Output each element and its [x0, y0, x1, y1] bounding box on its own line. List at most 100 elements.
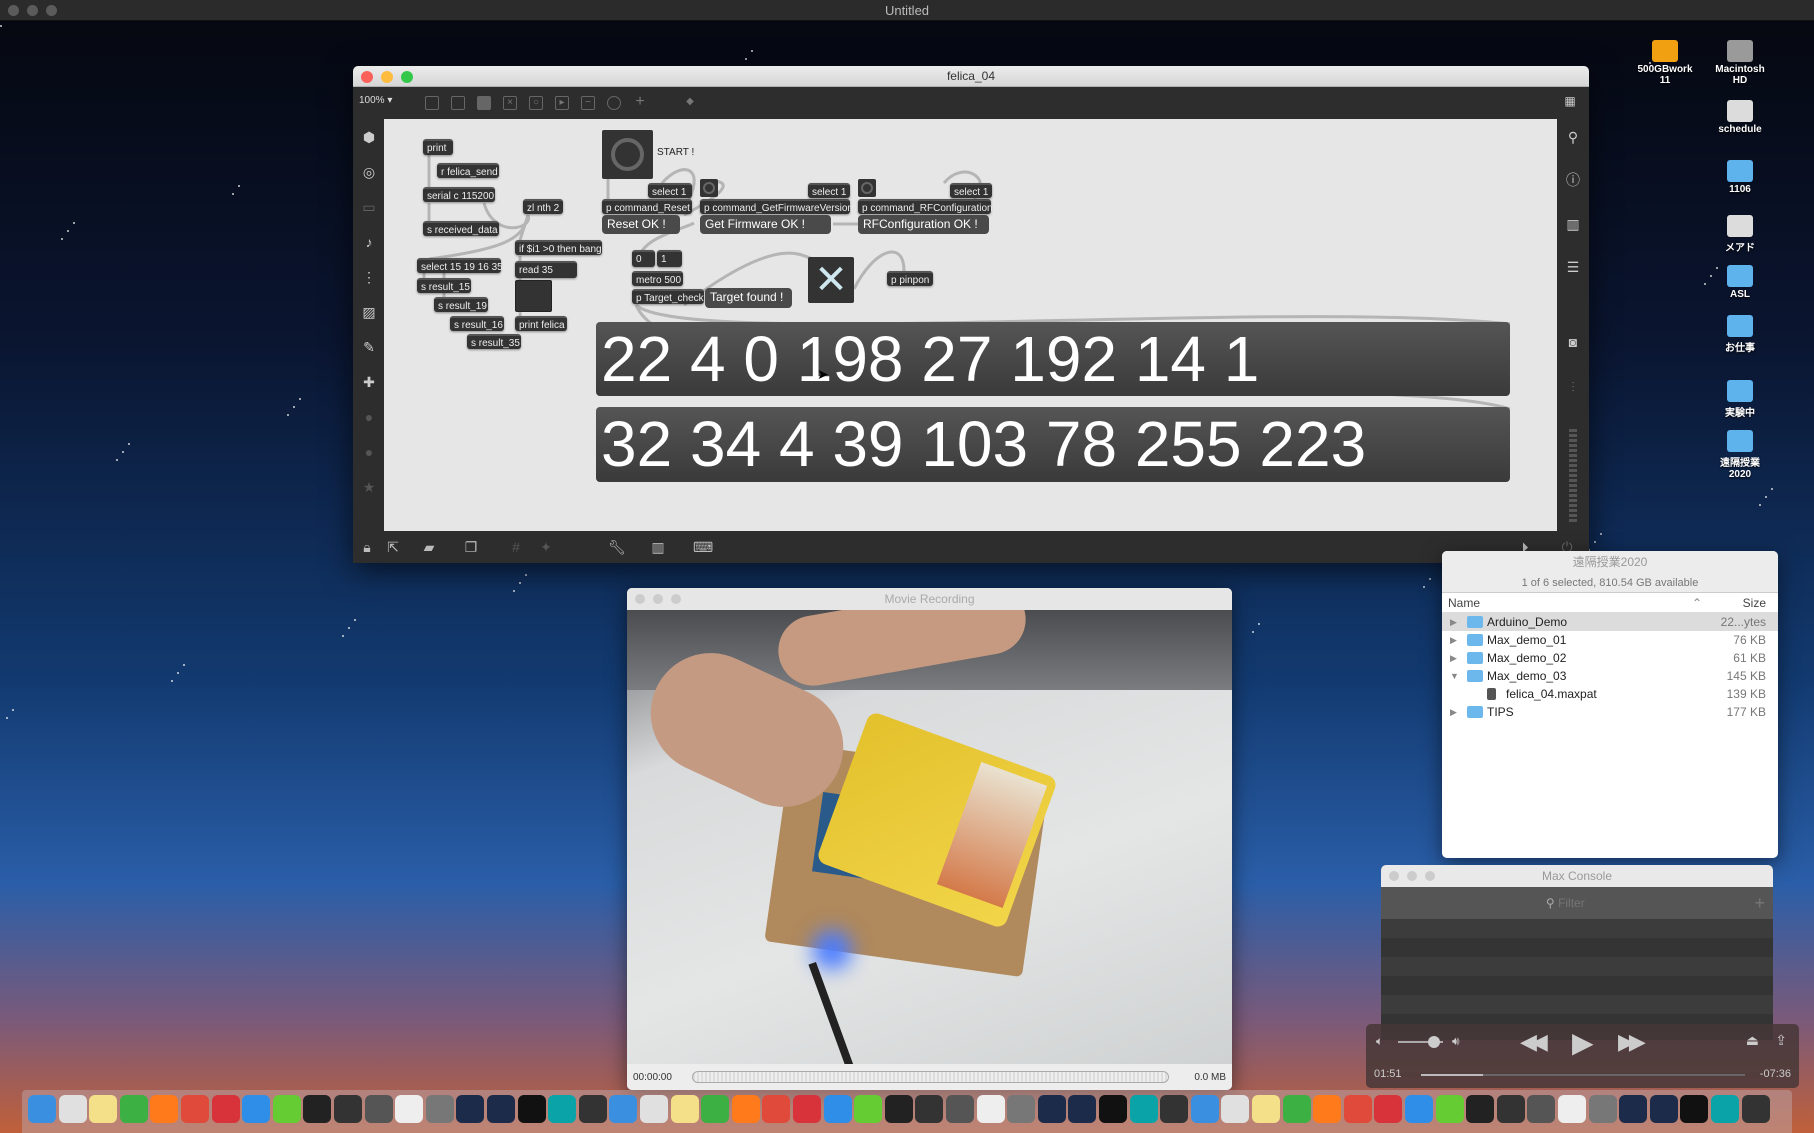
app6-icon[interactable] [793, 1095, 821, 1123]
serial-object[interactable]: serial c 115200 [423, 187, 495, 202]
vectorworks-icon[interactable] [701, 1095, 730, 1123]
app19-icon[interactable] [1435, 1095, 1464, 1123]
trash-icon[interactable] [1741, 1095, 1770, 1123]
terminal-icon[interactable] [303, 1095, 332, 1123]
if-object[interactable]: if $i1 >0 then bang [515, 240, 602, 255]
dial-icon[interactable] [607, 96, 621, 110]
firefox-icon[interactable] [150, 1095, 179, 1123]
send-result-35[interactable]: s result_35 [467, 334, 521, 349]
file-row[interactable]: ▶ Max_demo_01 76 KB [1442, 631, 1778, 649]
p-icon[interactable] [487, 1095, 515, 1123]
lock-icon[interactable]: 🔒︎ [359, 539, 375, 555]
title-bar[interactable]: Max Console [1381, 865, 1773, 887]
desktop-icon[interactable]: schedule [1705, 100, 1775, 135]
wifi-icon[interactable] [1619, 1095, 1648, 1123]
info-icon[interactable]: ⓘ [1565, 172, 1581, 188]
desktop-icon[interactable]: ASL [1705, 265, 1775, 300]
desktop-icon[interactable]: お仕事 [1705, 315, 1775, 354]
disclosure-triangle[interactable]: ▼ [1450, 667, 1459, 685]
target-found-message[interactable]: Target found ! [705, 288, 792, 308]
matrix-object[interactable] [515, 280, 552, 312]
numbers-icon[interactable] [119, 1095, 148, 1123]
vlc-icon[interactable] [1405, 1095, 1433, 1123]
select-1-rfconfig[interactable]: select 1 [950, 183, 992, 198]
desktop-icon[interactable]: 遠隔授業 2020 [1705, 430, 1775, 480]
paint-bucket-icon[interactable]: ◆ [683, 96, 697, 110]
read-message[interactable]: read 35 [515, 261, 577, 278]
send-result-19[interactable]: s result_19 [434, 297, 488, 312]
image-icon[interactable]: ▨ [361, 304, 377, 320]
file-row[interactable]: ▶ TIPS 177 KB [1442, 703, 1778, 721]
desktop-icon[interactable]: 1106 [1705, 160, 1775, 195]
toggle-icon[interactable]: × [503, 96, 517, 110]
message-0[interactable]: 0 [632, 250, 655, 267]
monitor-icon[interactable] [1558, 1095, 1586, 1123]
volume-knob[interactable] [1428, 1036, 1440, 1048]
message-1[interactable]: 1 [657, 250, 682, 267]
keyboard-icon[interactable]: ⌨ [693, 539, 713, 555]
disclosure-triangle[interactable]: ▶ [1450, 613, 1457, 631]
gmail-icon[interactable] [1496, 1095, 1525, 1123]
message-icon[interactable] [451, 96, 465, 110]
app14-icon[interactable] [1190, 1095, 1219, 1123]
app17-icon[interactable] [1343, 1095, 1372, 1123]
piano-icon[interactable]: ▥ [650, 539, 666, 555]
firmware-ok-message[interactable]: Get Firmware OK ! [700, 215, 831, 234]
rfconfig-ok-message[interactable]: RFConfiguration OK ! [858, 215, 989, 234]
bang-button[interactable] [700, 179, 718, 197]
fast-forward-button[interactable]: ▶▶ [1618, 1029, 1646, 1055]
send-result-15[interactable]: s result_15 [417, 278, 471, 293]
file-row[interactable]: ▶ Arduino_Demo 22...ytes [1442, 613, 1778, 631]
todo-icon[interactable] [1037, 1095, 1066, 1123]
app7-icon[interactable] [823, 1095, 852, 1123]
title-bar[interactable]: Movie Recording [627, 588, 1232, 610]
scrubber[interactable] [1421, 1074, 1745, 1076]
book-icon[interactable]: ▥ [1565, 216, 1581, 232]
media-icon[interactable]: ▭ [361, 199, 377, 215]
rewind-button[interactable]: ◀◀ [1520, 1029, 1548, 1055]
play-button[interactable]: ▶ [1572, 1026, 1594, 1059]
app16-icon[interactable] [1252, 1095, 1280, 1123]
clapper-icon[interactable] [1282, 1095, 1311, 1123]
grid-icon[interactable]: # [508, 539, 524, 555]
send-received-data-object[interactable]: s received_data [423, 221, 499, 236]
comment-bubble-icon[interactable]: ▰ [421, 539, 437, 555]
p-command-getfirmware[interactable]: p command_GetFirmwareVersion [700, 199, 853, 214]
music-note-icon[interactable]: ♪ [361, 234, 377, 250]
plus-icon[interactable]: + [633, 94, 647, 110]
share-icon[interactable]: ⇪ [1775, 1032, 1787, 1049]
zl-nth-object[interactable]: zl nth 2 [523, 199, 563, 214]
zoom-level-dropdown[interactable]: 100% ▾ [359, 95, 392, 106]
felica-id-display-1[interactable]: 22 4 0 198 27 192 14 1 [596, 322, 1510, 396]
comment-icon[interactable] [477, 96, 491, 110]
chrome-icon[interactable] [181, 1095, 209, 1123]
list-icon[interactable]: ☰ [1565, 259, 1581, 275]
downloads-icon[interactable] [1313, 1095, 1342, 1123]
p-pinpon[interactable]: p pinpon [887, 271, 933, 286]
snap-icon[interactable]: ✦ [538, 539, 554, 555]
select-object[interactable]: select 15 19 16 35 [417, 258, 503, 273]
size-column-header[interactable]: Size [1743, 593, 1766, 613]
p-command-reset[interactable]: p command_Reset [602, 199, 692, 214]
desktop-icon[interactable]: 実験中 [1705, 380, 1775, 419]
v-icon[interactable]: ● [361, 409, 377, 425]
sequence-icon[interactable]: ⋮ [361, 269, 377, 285]
pd-icon[interactable] [395, 1095, 424, 1123]
app2-icon[interactable] [578, 1095, 607, 1123]
processing-icon[interactable] [456, 1095, 485, 1123]
file-row[interactable]: ▶ Max_demo_02 61 KB [1442, 649, 1778, 667]
app22-icon[interactable] [1680, 1095, 1709, 1123]
title-bar[interactable]: felica_04 [353, 66, 1589, 87]
p-command-rfconfig[interactable]: p command_RFConfiguration [858, 199, 993, 214]
presentation-icon[interactable]: ⇱ [385, 539, 401, 555]
paperclip-icon[interactable]: ✎ [361, 339, 377, 355]
app5-icon[interactable] [762, 1095, 791, 1123]
wrench-icon[interactable]: 🔧︎ [608, 539, 626, 555]
puzzle-icon[interactable]: ✚ [361, 374, 377, 390]
search-icon[interactable]: ⚲ [1565, 129, 1581, 145]
volume-slider[interactable] [1398, 1036, 1443, 1048]
metro-object[interactable]: metro 500 [632, 271, 683, 286]
target-icon[interactable]: ◎ [361, 164, 377, 180]
app10-icon[interactable] [1068, 1095, 1097, 1123]
app9-icon[interactable] [884, 1095, 913, 1123]
